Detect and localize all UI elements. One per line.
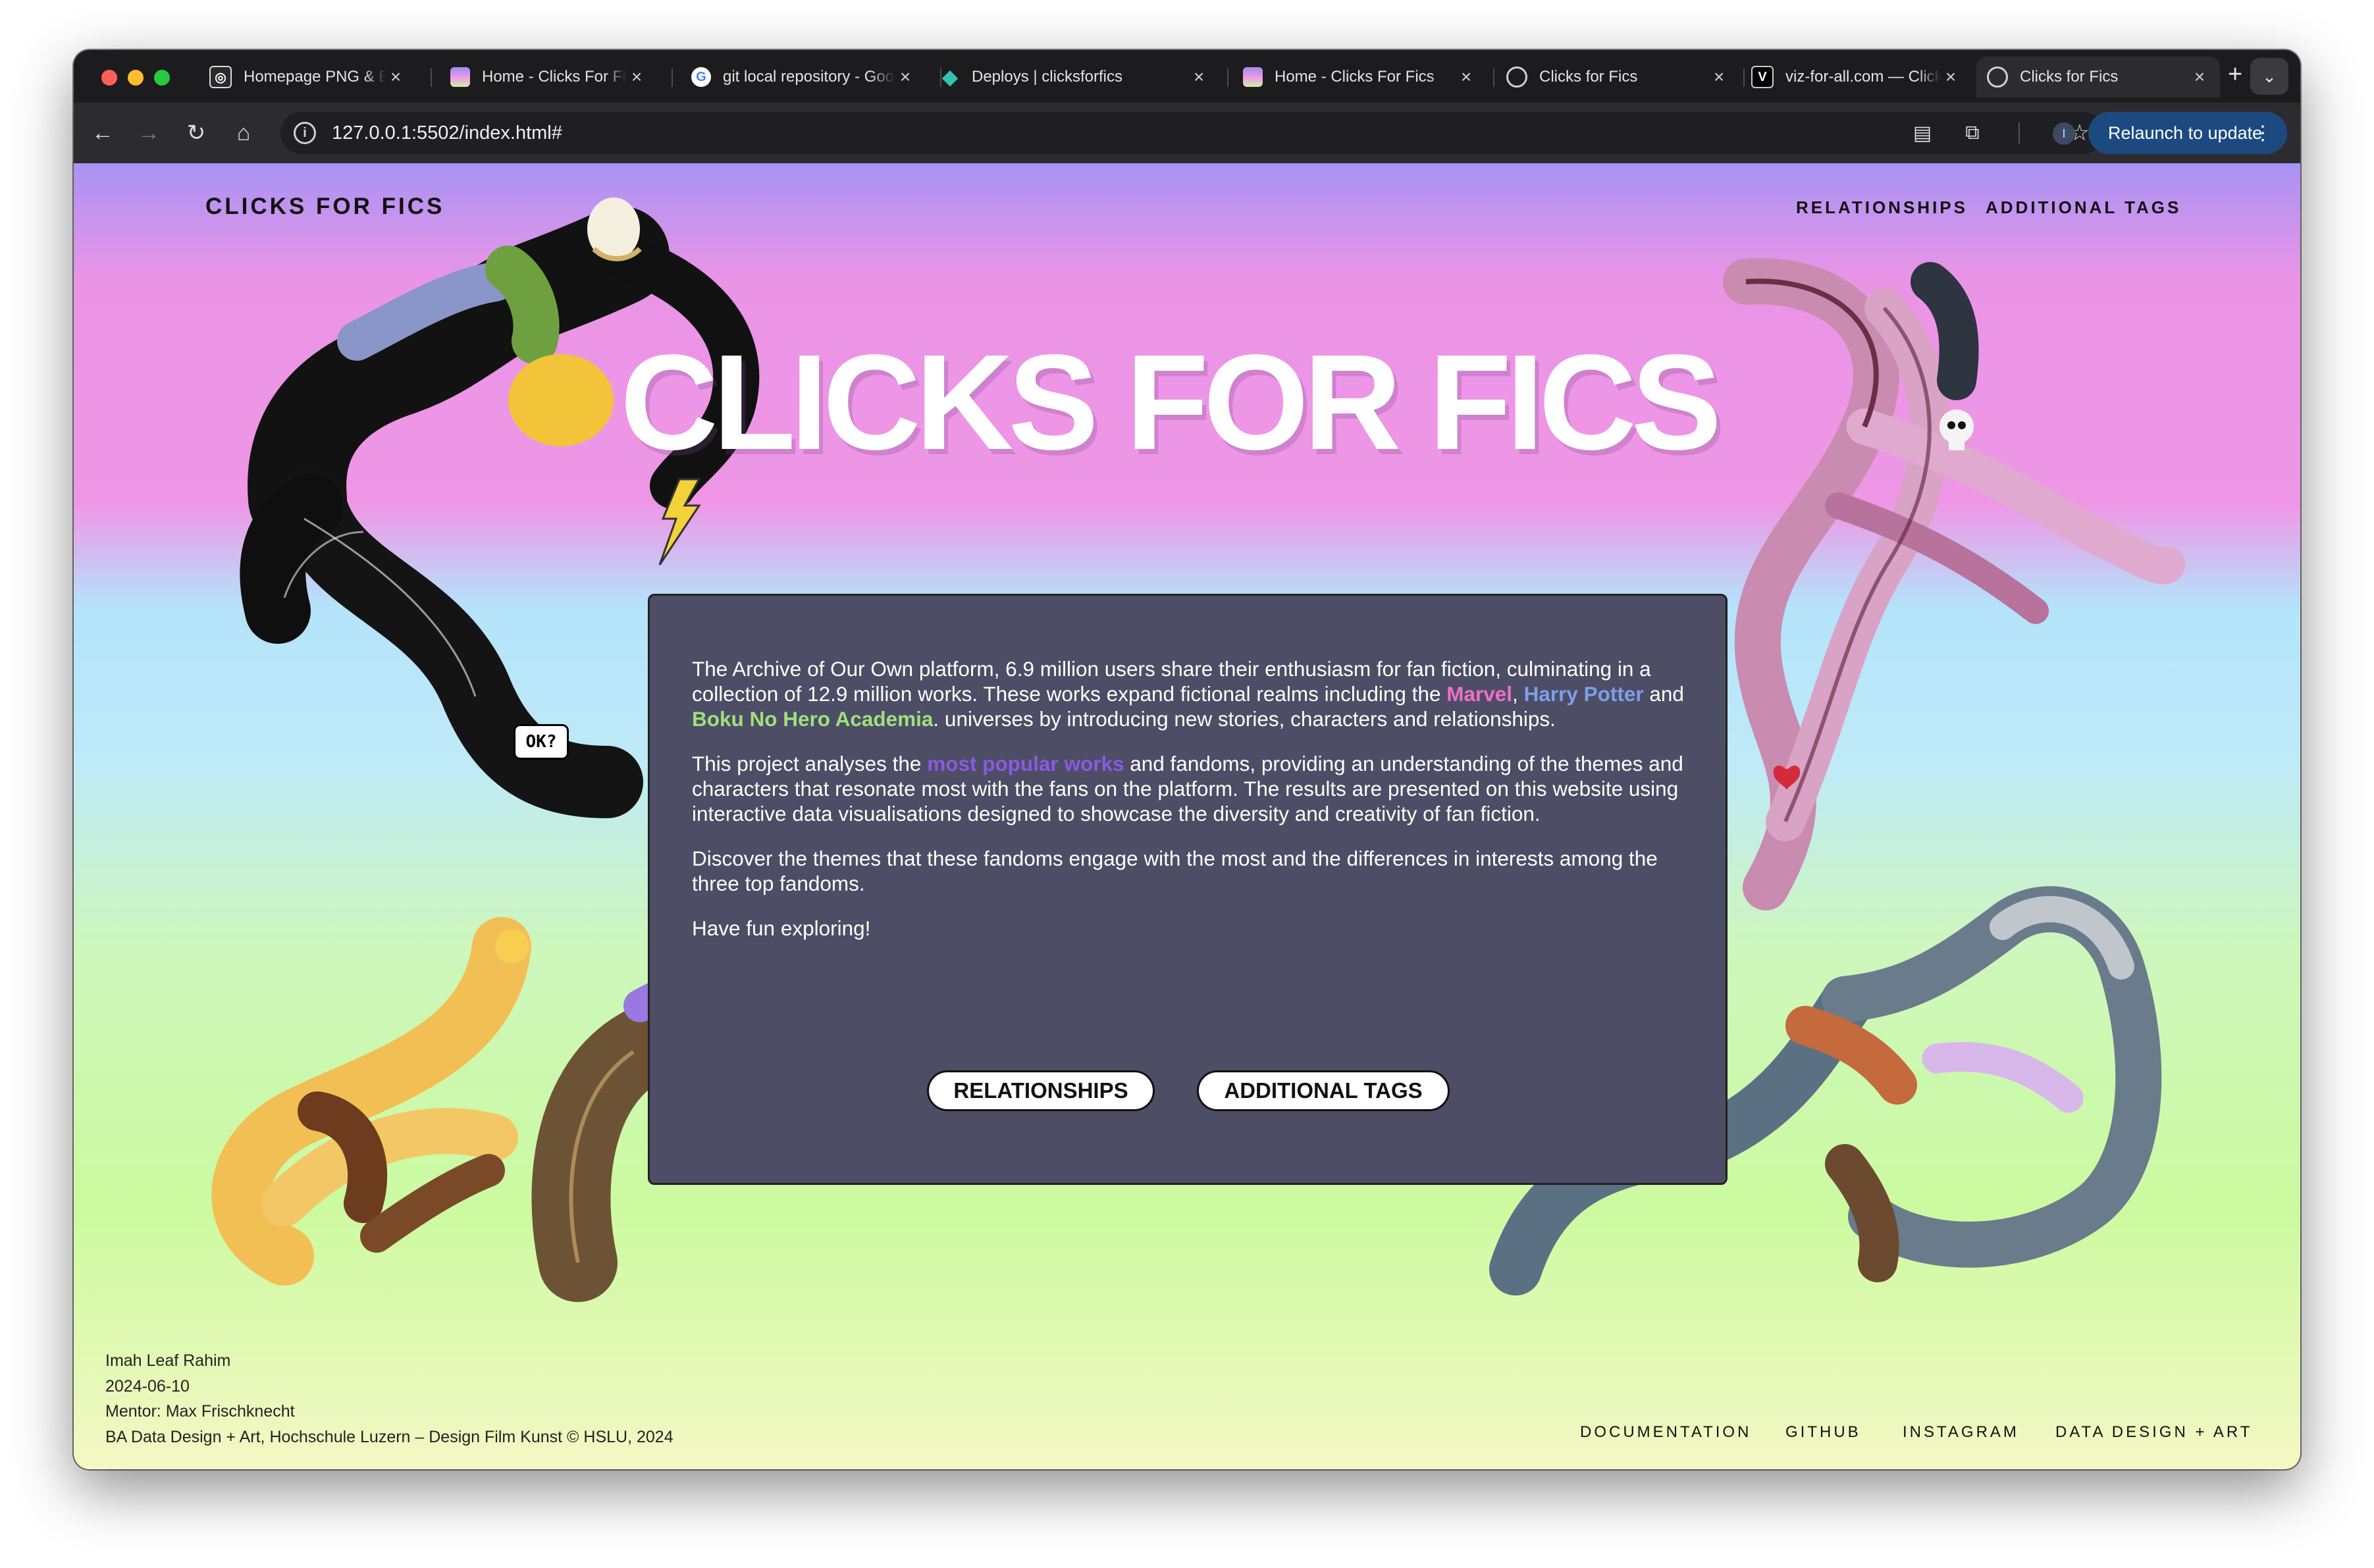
footer-link-instagram[interactable]: INSTAGRAM [1903, 1423, 2019, 1442]
site-brand-logo[interactable]: CLICKS FOR FICS [205, 194, 444, 220]
toolbar-divider [2018, 122, 2020, 144]
close-tab-icon[interactable]: × [2190, 66, 2209, 88]
additional-tags-button[interactable]: ADDITIONAL TAGS [1197, 1070, 1450, 1111]
nav-link-relationships[interactable]: RELATIONSHIPS [1796, 197, 1968, 218]
tab-strip: ◎ Homepage PNG & Backgrounds × Home - Cl… [74, 50, 2300, 103]
intro-paragraph-2: This project analyses the most popular w… [692, 751, 1685, 826]
home-button[interactable]: ⌂ [228, 117, 259, 149]
tab-divider [672, 68, 673, 87]
pink-ribbon-sculpture-decoration [1723, 258, 2186, 910]
boku-no-hero-highlight: Boku No Hero Academia [692, 707, 934, 731]
nav-link-additional-tags[interactable]: ADDITIONAL TAGS [1986, 197, 2181, 218]
google-icon: G [691, 67, 711, 87]
marvel-highlight: Marvel [1446, 682, 1513, 706]
tab-title: Clicks for Fics [2020, 68, 2119, 86]
credits-block: Imah Leaf Rahim 2024-06-10 Mentor: Max F… [105, 1348, 673, 1450]
tab-title: Clicks for Fics [1539, 68, 1638, 86]
intro-paragraph-1: The Archive of Our Own platform, 6.9 mil… [692, 656, 1685, 731]
intro-panel: The Archive of Our Own platform, 6.9 mil… [648, 594, 1728, 1185]
harry-potter-highlight: Harry Potter [1523, 682, 1644, 706]
browser-tab-active[interactable]: Clicks for Fics × [1976, 57, 2220, 97]
netlify-icon: ◆ [942, 66, 958, 88]
address-bar[interactable]: i 127.0.0.1:5502/index.html# ☆ [280, 112, 2104, 154]
minimize-window-button[interactable] [128, 70, 144, 86]
web-page: OK? CLICKS FOR FICS RELATIONSHIPS ADDITI… [74, 163, 2300, 1469]
site-image-icon [1243, 67, 1263, 87]
program-credit: BA Data Design + Art, Hochschule Luzern … [105, 1427, 673, 1446]
most-popular-works-highlight: most popular works [927, 752, 1124, 775]
extensions-icon[interactable]: ⧉ [1957, 117, 1988, 149]
browser-tab[interactable]: Home - Clicks For Fics × [1232, 57, 1487, 97]
profile-avatar[interactable]: I [2053, 122, 2075, 145]
browser-tab[interactable]: G git local repository - Google Search × [681, 57, 926, 97]
footer-link-github[interactable]: GITHUB [1785, 1423, 1861, 1442]
tab-title: Homepage PNG & Backgrounds [244, 68, 386, 86]
close-tab-icon[interactable]: × [386, 66, 406, 88]
close-tab-icon[interactable]: × [1456, 66, 1476, 88]
tab-title: Home - Clicks For Fics [482, 68, 627, 86]
hero-title: CLICKS FOR FICS [620, 327, 1722, 478]
publish-date: 2024-06-10 [105, 1376, 190, 1396]
reading-list-icon[interactable]: ▤ [1907, 117, 1938, 149]
tab-search-button[interactable]: ⌄ [2250, 58, 2288, 95]
author-name: Imah Leaf Rahim [105, 1351, 231, 1370]
tab-divider [431, 68, 432, 87]
footer-link-data-design-art[interactable]: DATA DESIGN + ART [2055, 1423, 2252, 1442]
close-tab-icon[interactable]: × [627, 66, 646, 88]
site-image-icon [450, 67, 470, 87]
intro-text: and [1643, 682, 1684, 706]
url-text: 127.0.0.1:5502/index.html# [332, 122, 562, 144]
reload-button[interactable]: ↻ [180, 117, 212, 149]
vercel-icon: V [1751, 66, 1774, 88]
close-tab-icon[interactable]: × [895, 66, 915, 88]
tab-title: viz-for-all.com — Clicks for Fics [1785, 68, 1941, 86]
tab-title: git local repository - Google Search [723, 68, 895, 86]
browser-tab[interactable]: Home - Clicks For Fics × [440, 57, 657, 97]
relaunch-button[interactable]: Relaunch to update ⋮ [2088, 112, 2287, 154]
browser-tab[interactable]: ◆ Deploys | clicksforfics × [930, 57, 1219, 97]
browser-window: ◎ Homepage PNG & Backgrounds × Home - Cl… [74, 50, 2300, 1469]
ok-speech-bubble: OK? [514, 724, 569, 760]
globe-icon [1506, 66, 1527, 88]
intro-text: , [1512, 682, 1524, 706]
more-menu-icon: ⋮ [2253, 122, 2273, 144]
browser-toolbar: ← → ↻ ⌂ i 127.0.0.1:5502/index.html# ☆ ▤… [74, 103, 2300, 163]
tab-divider [1493, 68, 1494, 87]
close-tab-icon[interactable]: × [1941, 66, 1961, 88]
intro-paragraph-3: Discover the themes that these fandoms e… [692, 847, 1658, 895]
relationships-button[interactable]: RELATIONSHIPS [927, 1070, 1155, 1111]
browser-tab[interactable]: ◎ Homepage PNG & Backgrounds × [199, 57, 416, 97]
tab-title: Deploys | clicksforfics [972, 68, 1122, 86]
close-tab-icon[interactable]: × [1189, 66, 1209, 88]
mentor-credit: Mentor: Max Frischknecht [105, 1402, 295, 1421]
close-tab-icon[interactable]: × [1709, 66, 1729, 88]
site-info-icon[interactable]: i [294, 122, 316, 144]
intro-text: . universes by introducing new stories, … [933, 707, 1556, 731]
close-window-button[interactable] [101, 70, 117, 86]
intro-text: This project analyses the [692, 752, 928, 775]
back-button[interactable]: ← [87, 117, 119, 149]
browser-tab[interactable]: V viz-for-all.com — Clicks for Fics × [1741, 57, 1971, 97]
intro-paragraph-4: Have fun exploring! [692, 916, 871, 940]
browser-tab[interactable]: Clicks for Fics × [1496, 57, 1739, 97]
pngtree-icon: ◎ [209, 66, 232, 88]
relaunch-label: Relaunch to update [2108, 122, 2263, 143]
tab-title: Home - Clicks For Fics [1275, 68, 1435, 86]
footer-link-documentation[interactable]: DOCUMENTATION [1580, 1423, 1751, 1442]
new-tab-button[interactable]: + [2228, 61, 2242, 89]
forward-button[interactable]: → [133, 117, 165, 149]
globe-icon [1987, 66, 2008, 88]
maximize-window-button[interactable] [154, 70, 170, 86]
tab-divider [1227, 68, 1228, 87]
